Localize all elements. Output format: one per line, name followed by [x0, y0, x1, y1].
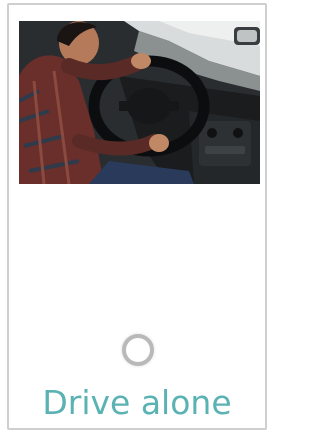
drive-alone-radio[interactable]	[122, 334, 154, 366]
option-label[interactable]: Drive alone	[9, 383, 265, 423]
transport-option-card[interactable]: Drive alone	[7, 3, 267, 430]
driving-photo	[19, 21, 260, 184]
